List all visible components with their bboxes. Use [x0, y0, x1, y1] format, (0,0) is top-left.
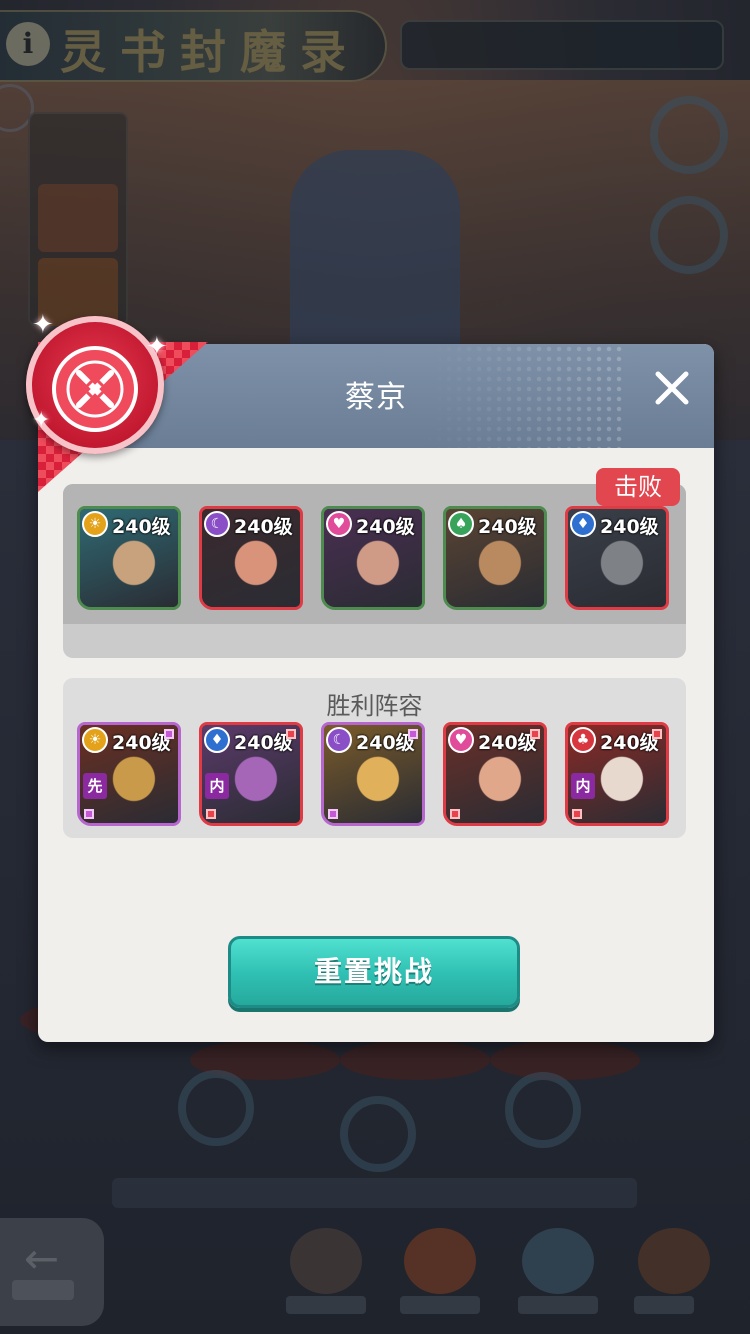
diamond-element-icon: ♦: [204, 727, 230, 753]
bottom-menu-label: [518, 1296, 598, 1314]
bottom-menu-label: [400, 1296, 480, 1314]
hero-level: 240级: [234, 732, 293, 754]
bottom-menu-icon[interactable]: [522, 1228, 594, 1294]
victory-lineup-panel: 胜利阵容 ☀ 240级先 ♦ 240级内 ☾ 240级 ♥ 240级 ♣ 240级内: [63, 678, 686, 838]
hero-level: 240级: [112, 732, 171, 754]
bottom-menu-icon[interactable]: [290, 1228, 362, 1294]
frame-corner-gem: [328, 809, 338, 819]
enemy-hero-card[interactable]: ☀ 240级: [77, 506, 181, 610]
boss-emblem: ✦ ✦ ✦: [26, 312, 216, 496]
enemy-hero-card[interactable]: ♦ 240级: [565, 506, 669, 610]
reset-challenge-button[interactable]: 重置挑战: [228, 936, 520, 1008]
right-portrait-ring: [650, 196, 728, 274]
frame-corner-gem: [530, 729, 540, 739]
side-panel: [28, 112, 128, 326]
hero-level: 240级: [600, 516, 659, 538]
frame-corner-gem: [206, 809, 216, 819]
moon-element-icon: ☾: [326, 727, 352, 753]
background-hint-text: [112, 1178, 637, 1208]
back-button[interactable]: ←: [0, 1218, 104, 1326]
sparkle-icon: ✦: [32, 408, 51, 433]
crossed-swords-icon: [52, 346, 138, 432]
hero-level: 240级: [600, 732, 659, 754]
club-element-icon: ♣: [570, 727, 596, 753]
background-figure: [490, 1040, 640, 1080]
frame-corner-gem: [84, 809, 94, 819]
heart-element-icon: ♥: [448, 727, 474, 753]
victory-hero-row: ☀ 240级先 ♦ 240级内 ☾ 240级 ♥ 240级 ♣ 240级内: [77, 722, 669, 826]
sparkle-icon: ✦: [32, 310, 54, 340]
close-icon: [655, 371, 689, 405]
enemy-hero-card[interactable]: ♠ 240级: [443, 506, 547, 610]
info-icon[interactable]: i: [6, 22, 50, 66]
enemy-hero-card[interactable]: ☾ 240级: [199, 506, 303, 610]
hero-level: 240级: [478, 732, 537, 754]
victory-hero-card[interactable]: ♦ 240级内: [199, 722, 303, 826]
sun-element-icon: ☀: [82, 511, 108, 537]
victory-lineup-label: 胜利阵容: [326, 692, 423, 720]
frame-corner-gem: [408, 729, 418, 739]
background-figure: [340, 1040, 490, 1080]
moon-element-icon: ☾: [204, 511, 230, 537]
victory-hero-card[interactable]: ☀ 240级先: [77, 722, 181, 826]
background-door: [290, 150, 460, 350]
right-portrait-ring: [650, 96, 728, 174]
hero-role-tag: 先: [83, 773, 107, 799]
background-ring: [505, 1072, 581, 1148]
background-ring: [178, 1070, 254, 1146]
spade-element-icon: ♠: [448, 511, 474, 537]
bottom-menu-icon[interactable]: [404, 1228, 476, 1294]
bottom-menu-label: [286, 1296, 366, 1314]
victory-hero-card[interactable]: ☾ 240级: [321, 722, 425, 826]
back-label: [12, 1280, 74, 1300]
victory-hero-card[interactable]: ♣ 240级内: [565, 722, 669, 826]
background-ring: [340, 1096, 416, 1172]
victory-hero-card[interactable]: ♥ 240级: [443, 722, 547, 826]
enemy-hero-card[interactable]: ♥ 240级: [321, 506, 425, 610]
back-arrow-icon: ←: [24, 1234, 60, 1283]
hero-level: 240级: [112, 516, 171, 538]
sparkle-icon: ✦: [146, 332, 168, 362]
frame-corner-gem: [286, 729, 296, 739]
hero-level: 240级: [478, 516, 537, 538]
sun-element-icon: ☀: [82, 727, 108, 753]
game-title: 灵书封魔录: [60, 25, 360, 79]
top-status-bar: [400, 20, 724, 70]
enemy-lineup-panel: ☀ 240级 ☾ 240级 ♥ 240级 ♠ 240级 ♦ 240级: [63, 484, 686, 658]
hero-role-tag: 内: [571, 773, 595, 799]
bottom-menu-icon[interactable]: [638, 1228, 710, 1294]
frame-corner-gem: [164, 729, 174, 739]
close-button[interactable]: [652, 364, 692, 412]
frame-corner-gem: [652, 729, 662, 739]
frame-corner-gem: [572, 809, 582, 819]
heart-element-icon: ♥: [326, 511, 352, 537]
hero-level: 240级: [356, 516, 415, 538]
defeated-badge: 击败: [596, 468, 680, 506]
bottom-menu-label: [634, 1296, 694, 1314]
hero-level: 240级: [234, 516, 293, 538]
hero-level: 240级: [356, 732, 415, 754]
side-thumb: [38, 184, 118, 252]
frame-corner-gem: [450, 809, 460, 819]
diamond-element-icon: ♦: [570, 511, 596, 537]
enemy-hero-row: ☀ 240级 ☾ 240级 ♥ 240级 ♠ 240级 ♦ 240级: [77, 506, 669, 610]
hero-role-tag: 内: [205, 773, 229, 799]
